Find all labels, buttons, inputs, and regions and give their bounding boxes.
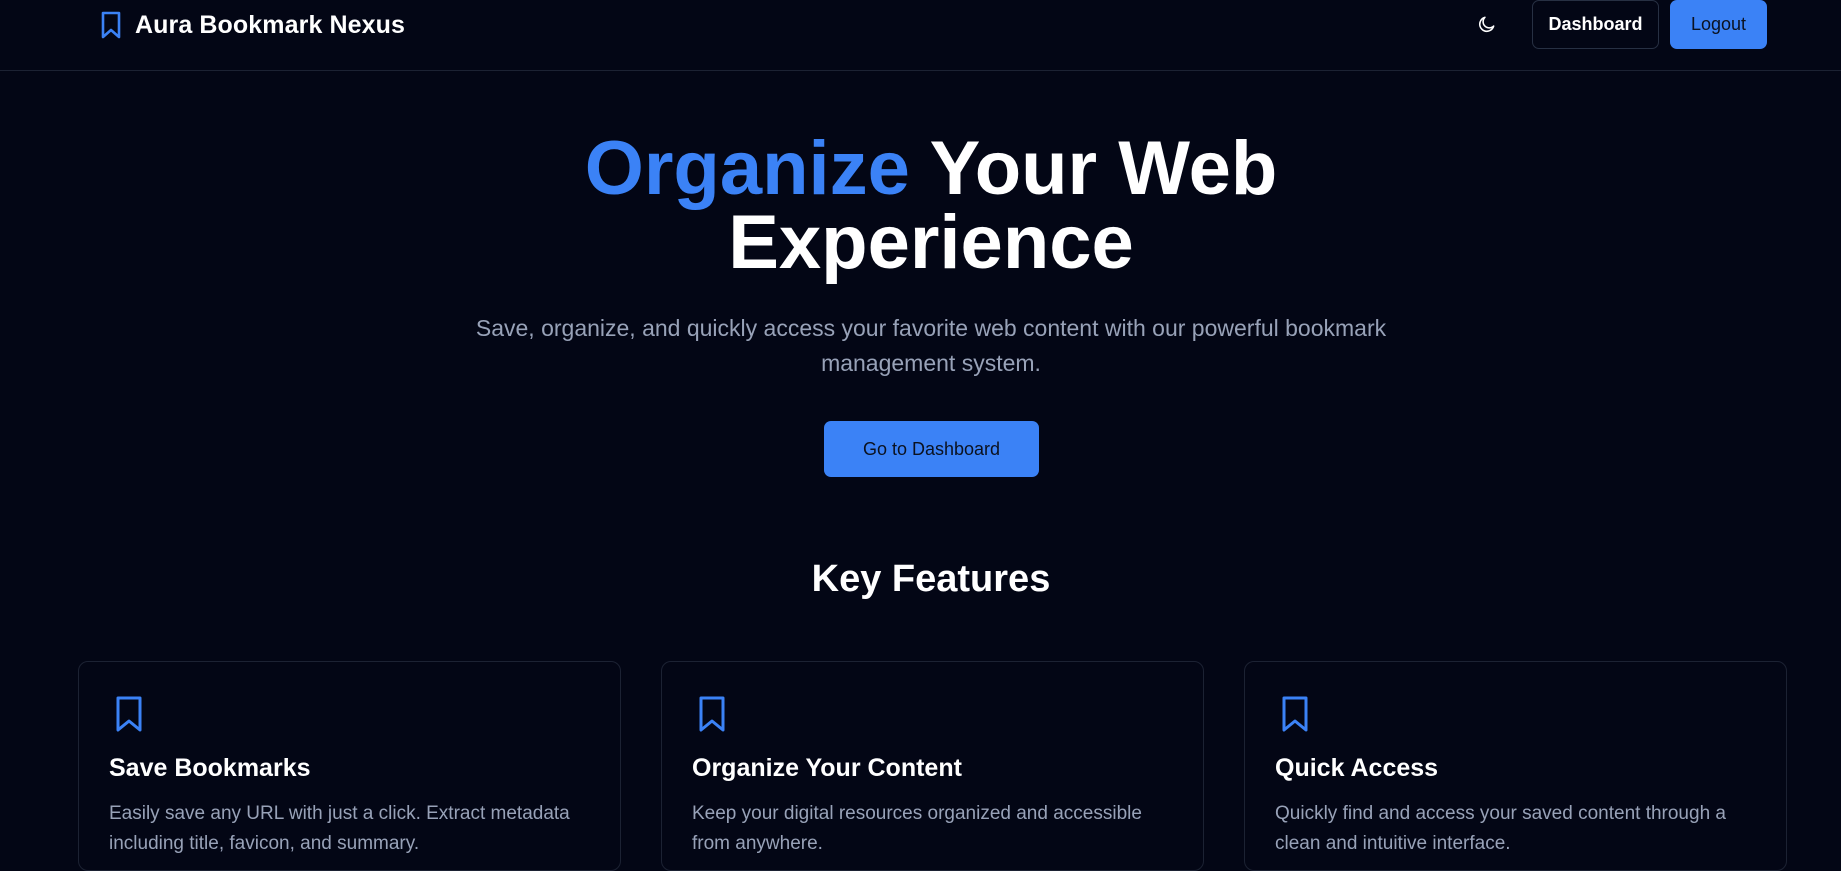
feature-card-desc-line1: Easily save any URL with just a click. E… bbox=[109, 803, 570, 824]
feature-card-title: Organize Your Content bbox=[692, 754, 962, 782]
feature-card-desc-line1: Quickly find and access your saved conte… bbox=[1275, 803, 1726, 824]
bookmark-icon bbox=[113, 695, 145, 738]
bookmark-icon bbox=[1279, 695, 1311, 738]
feature-card-quick-access: Quick Access Quickly find and access you… bbox=[1244, 661, 1787, 871]
hero-subtitle: Save, organize, and quickly access your … bbox=[470, 311, 1392, 381]
feature-card-desc-line2: including title, favicon, and summary. bbox=[109, 833, 420, 854]
moon-icon bbox=[1477, 14, 1497, 39]
top-navbar: Aura Bookmark Nexus Dashboard Logout bbox=[0, 0, 1841, 71]
go-to-dashboard-button[interactable]: Go to Dashboard bbox=[824, 421, 1039, 477]
brand-name: Aura Bookmark Nexus bbox=[135, 10, 406, 39]
hero-title-rest: Your Web bbox=[929, 126, 1278, 211]
feature-card-title: Quick Access bbox=[1275, 754, 1439, 782]
feature-card-description: Quickly find and access your saved conte… bbox=[1275, 799, 1765, 859]
feature-card-desc-line1: Keep your digital resources organized an… bbox=[692, 803, 1142, 824]
features-title: Key Features bbox=[811, 558, 1051, 600]
hero-title-line2: Experience bbox=[728, 200, 1134, 285]
feature-card-description: Keep your digital resources organized an… bbox=[692, 799, 1182, 859]
dashboard-button[interactable]: Dashboard bbox=[1532, 0, 1659, 49]
hero-subtitle-line2: management system. bbox=[821, 350, 1041, 376]
feature-card-organize-content: Organize Your Content Keep your digital … bbox=[661, 661, 1204, 871]
feature-card-description: Easily save any URL with just a click. E… bbox=[109, 799, 599, 859]
hero-subtitle-line1: Save, organize, and quickly access your … bbox=[475, 315, 1387, 341]
brand-logo[interactable]: Aura Bookmark Nexus bbox=[99, 10, 405, 40]
feature-card-save-bookmarks: Save Bookmarks Easily save any URL with … bbox=[78, 661, 621, 871]
feature-card-desc-line2: from anywhere. bbox=[692, 833, 823, 854]
hero-title-accent: Organize bbox=[584, 126, 910, 211]
feature-card-title: Save Bookmarks bbox=[109, 754, 311, 782]
bookmark-icon bbox=[99, 10, 123, 40]
feature-card-desc-line2: clean and intuitive interface. bbox=[1275, 833, 1511, 854]
hero-title: Organize Your Web Experience bbox=[0, 131, 1841, 281]
logout-button[interactable]: Logout bbox=[1670, 0, 1767, 49]
bookmark-icon bbox=[696, 695, 728, 738]
theme-toggle-button[interactable] bbox=[1473, 12, 1501, 40]
